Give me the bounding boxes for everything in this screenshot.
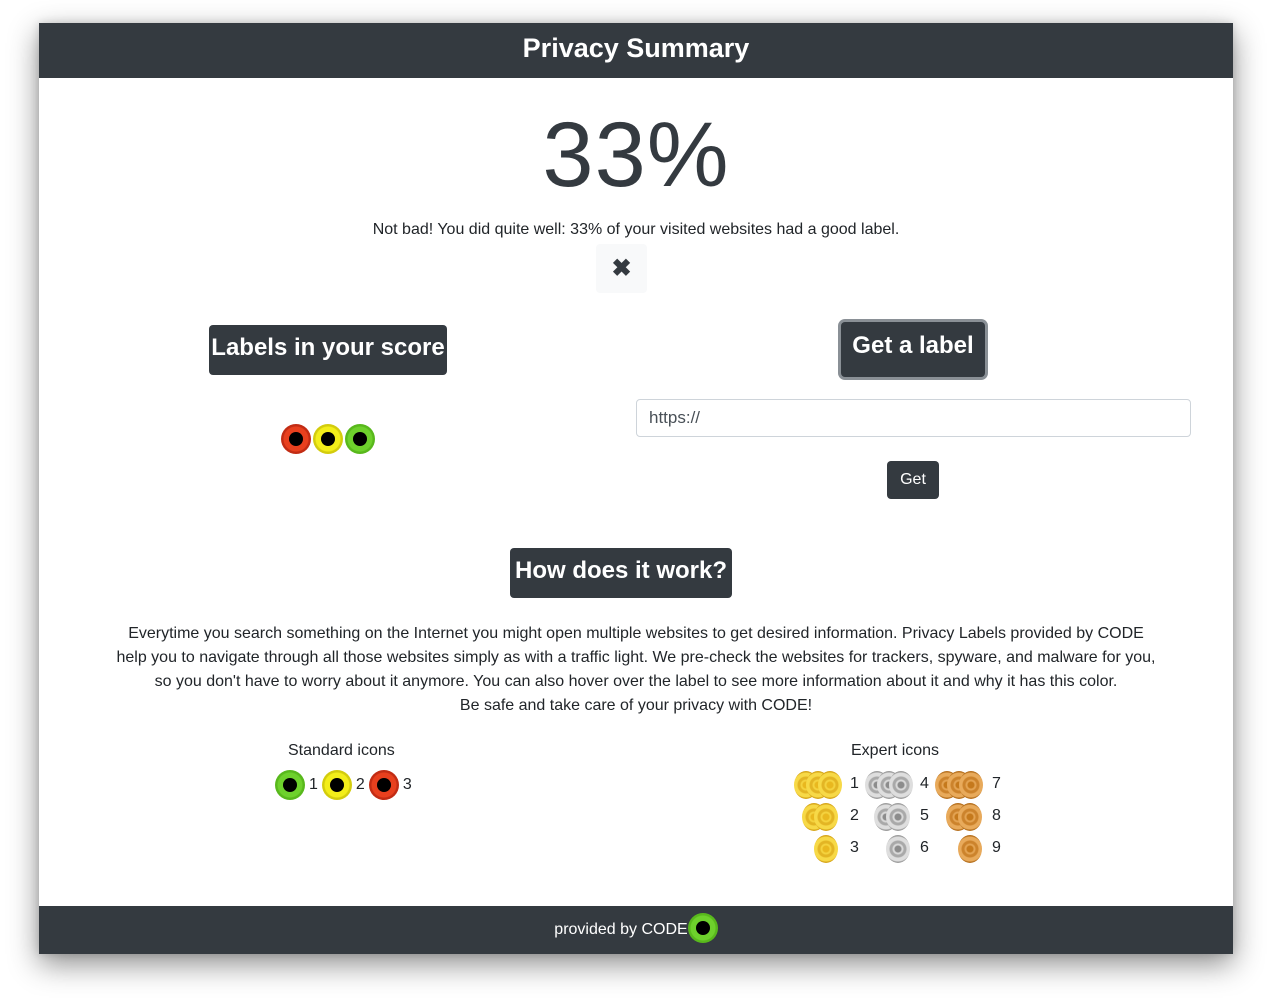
how-does-it-work-heading[interactable]: How does it work? — [510, 548, 732, 598]
description-line: Be safe and take care of your privacy wi… — [459, 697, 813, 714]
expert-icon-number: 7 — [992, 775, 1001, 792]
get-a-label-label: Get a label — [852, 332, 974, 359]
close-button[interactable]: ✖ — [596, 244, 647, 293]
score-message: Not bad! You did quite well: 33% of your… — [372, 221, 900, 238]
expert-icon-number: 4 — [920, 775, 929, 792]
green-label-icon[interactable] — [345, 424, 375, 454]
how-does-it-work-label: How does it work? — [514, 557, 727, 584]
expert-icon-number: 5 — [920, 807, 929, 824]
green-label-icon — [275, 770, 305, 800]
labels-in-score-heading[interactable]: Labels in your score — [209, 325, 447, 375]
yellow-label-icon[interactable] — [313, 424, 343, 454]
get-button[interactable]: Get — [887, 461, 939, 499]
how-it-works-description: Everytime you search something on the In… — [79, 622, 1193, 718]
privacy-summary-window: Privacy Summary 33% Not bad! You did qui… — [39, 23, 1233, 954]
footer-text: provided by CODE — [554, 921, 688, 938]
score-labels-row — [281, 424, 377, 454]
expert-icon-number: 3 — [850, 839, 859, 856]
yellow-label-icon — [321, 770, 352, 800]
expert-icon-number: 9 — [992, 839, 1001, 856]
url-input[interactable] — [636, 399, 1191, 437]
page-footer: provided by CODE — [39, 906, 1233, 954]
description-line: so you don't have to worry about it anym… — [154, 673, 1118, 690]
code-logo-icon — [687, 912, 718, 943]
description-line: help you to navigate through all those w… — [116, 649, 1156, 666]
red-label-icon[interactable] — [281, 424, 311, 454]
expert-icon-number: 6 — [920, 839, 929, 856]
standard-icons-title: Standard icons — [288, 742, 395, 759]
expert-icon-number: 8 — [992, 807, 1001, 824]
page-header: Privacy Summary — [39, 23, 1233, 78]
expert-icons-title: Expert icons — [851, 742, 940, 759]
expert-icon-number: 2 — [850, 807, 859, 824]
standard-icon-number: 1 — [309, 776, 318, 793]
expert-icon-number: 1 — [850, 775, 859, 792]
description-line: Everytime you search something on the In… — [128, 625, 1144, 642]
get-a-label-heading[interactable]: Get a label — [841, 322, 985, 377]
standard-icon-number: 3 — [402, 776, 412, 793]
labels-in-score-label: Labels in your score — [211, 334, 445, 361]
standard-icon-number: 2 — [355, 776, 365, 793]
page-title: Privacy Summary — [522, 33, 750, 63]
standard-icons-row: 1 2 3 — [275, 770, 416, 800]
score-percentage: 33% — [542, 104, 730, 206]
red-label-icon — [368, 770, 399, 800]
close-icon: ✖ — [611, 255, 632, 282]
